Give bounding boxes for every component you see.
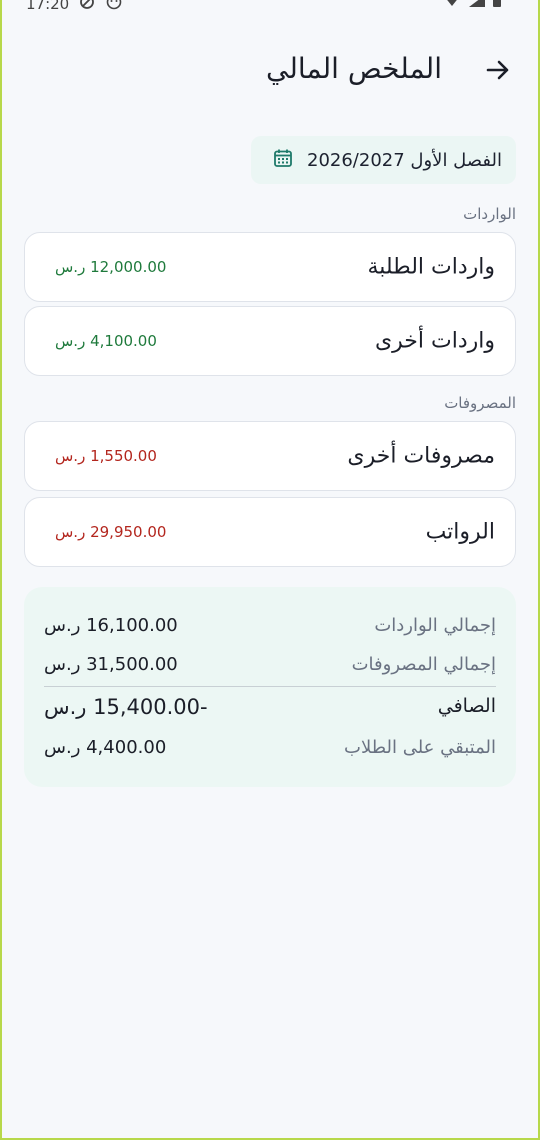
income-item-students[interactable]: واردات الطلبة 12,000.00 ر.س xyxy=(24,232,516,302)
net-label: الصافي xyxy=(437,695,496,717)
status-time: 17:20 xyxy=(26,0,70,13)
expenses-section-label: المصروفات xyxy=(444,394,516,412)
back-button[interactable] xyxy=(480,54,516,90)
summary-divider xyxy=(44,686,496,687)
total-income-value: 16,100.00 ر.س xyxy=(44,615,178,636)
wifi-icon xyxy=(442,0,462,12)
no-disturb-icon xyxy=(79,0,95,14)
remaining-row: المتبقي على الطلاب 4,400.00 ر.س xyxy=(44,737,496,767)
signal-icon xyxy=(468,0,486,12)
total-expenses-value: 31,500.00 ر.س xyxy=(44,654,178,675)
expense-item-salaries[interactable]: الرواتب 29,950.00 ر.س xyxy=(24,497,516,567)
total-income-row: إجمالي الواردات 16,100.00 ر.س xyxy=(44,615,496,645)
remaining-value: 4,400.00 ر.س xyxy=(44,737,167,758)
app-bar: الملخص المالي xyxy=(2,44,538,100)
battery-icon xyxy=(492,0,502,12)
remaining-label: المتبقي على الطلاب xyxy=(344,737,496,758)
income-section-label: الواردات xyxy=(463,205,516,223)
arrow-back-icon xyxy=(485,57,511,87)
total-income-label: إجمالي الواردات xyxy=(374,615,496,636)
expense-item-other[interactable]: مصروفات أخرى 1,550.00 ر.س xyxy=(24,421,516,491)
face-icon xyxy=(105,0,123,14)
expense-item-amount: 1,550.00 ر.س xyxy=(55,447,157,465)
net-value: -15,400.00 ر.س xyxy=(44,695,208,719)
page-title: الملخص المالي xyxy=(266,52,442,85)
term-label: الفصل الأول 2026/2027 xyxy=(307,149,502,171)
summary-card: إجمالي الواردات 16,100.00 ر.س إجمالي الم… xyxy=(24,587,516,787)
total-expenses-row: إجمالي المصروفات 31,500.00 ر.س xyxy=(44,654,496,684)
expense-item-amount: 29,950.00 ر.س xyxy=(55,523,167,541)
total-expenses-label: إجمالي المصروفات xyxy=(351,654,496,675)
income-item-label: واردات الطلبة xyxy=(367,254,495,280)
income-item-other[interactable]: واردات أخرى 4,100.00 ر.س xyxy=(24,306,516,376)
income-item-amount: 4,100.00 ر.س xyxy=(55,332,157,350)
term-selector[interactable]: الفصل الأول 2026/2027 xyxy=(251,136,516,184)
expense-item-label: الرواتب xyxy=(425,519,495,545)
status-bar: 17:20 xyxy=(2,0,538,14)
income-item-amount: 12,000.00 ر.س xyxy=(55,258,167,276)
net-row: الصافي -15,400.00 ر.س xyxy=(44,695,496,725)
income-item-label: واردات أخرى xyxy=(374,328,495,354)
expense-item-label: مصروفات أخرى xyxy=(347,443,495,469)
calendar-icon xyxy=(273,148,293,173)
